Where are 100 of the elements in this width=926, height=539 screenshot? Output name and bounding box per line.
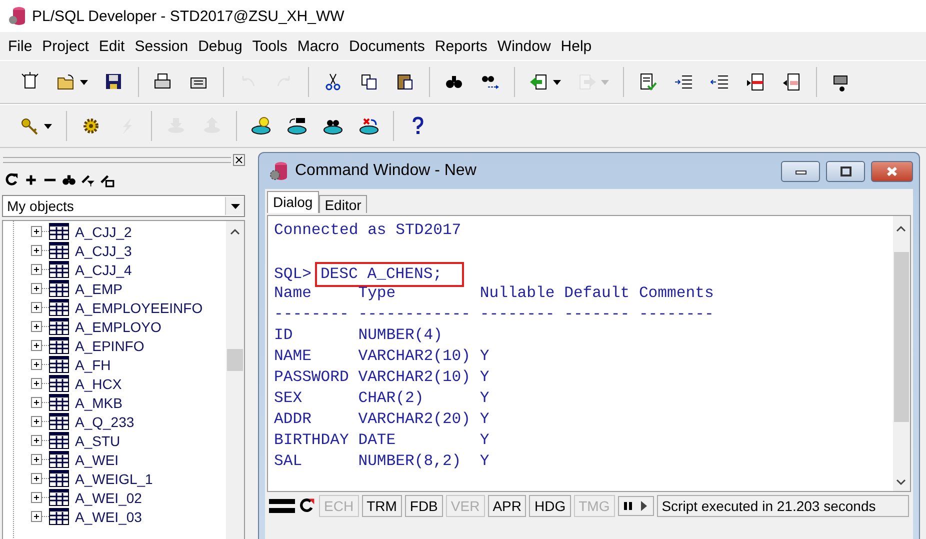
minimize-button[interactable] — [781, 160, 820, 182]
table-icon — [49, 375, 69, 392]
menu-item[interactable]: File — [3, 38, 38, 54]
expand-icon[interactable] — [31, 473, 42, 484]
expand-icon[interactable] — [31, 321, 42, 332]
plus-icon[interactable] — [23, 172, 39, 188]
menu-item[interactable]: Macro — [292, 38, 344, 54]
menu-item[interactable]: Session — [130, 38, 194, 54]
refresh-icon[interactable] — [4, 172, 20, 188]
caret-icon[interactable] — [44, 124, 52, 128]
menu-item[interactable]: Help — [556, 38, 597, 54]
caret-icon[interactable] — [80, 80, 88, 84]
tree-item[interactable]: A_EMPLOYO — [75, 318, 162, 334]
menu-item[interactable]: Reports — [430, 38, 492, 54]
document-check-icon — [638, 72, 658, 92]
tree-item[interactable]: A_WEI_02 — [75, 490, 142, 506]
tree-item[interactable]: A_EPINFO — [75, 338, 144, 354]
key-icon — [20, 116, 40, 136]
expand-icon[interactable] — [31, 378, 42, 389]
database-cross-icon — [359, 116, 379, 136]
database-gear-icon — [269, 161, 289, 181]
binoculars-icon[interactable] — [61, 172, 77, 188]
window-title: PL/SQL Developer - STD2017@ZSU_XH_WW — [32, 8, 344, 24]
tree-item[interactable]: A_STU — [75, 432, 120, 448]
menu-item[interactable]: Edit — [94, 38, 130, 54]
gear-icon — [81, 116, 101, 136]
expand-icon[interactable] — [31, 302, 42, 313]
clipboard-icon — [395, 72, 415, 92]
window-title: Command Window - New — [295, 162, 478, 180]
document-arrow-icon — [746, 72, 766, 92]
scrollbar-thumb[interactable] — [894, 252, 909, 422]
table-icon — [49, 356, 69, 373]
tree-item[interactable]: A_FH — [75, 356, 111, 372]
scrollbar[interactable] — [226, 221, 244, 539]
expand-icon[interactable] — [31, 359, 42, 370]
tree-item[interactable]: A_EMP — [75, 280, 122, 296]
tree-item[interactable]: A_EMPLOYEEINFO — [75, 300, 203, 316]
menu-item[interactable]: Window — [492, 38, 556, 54]
table-icon — [49, 299, 69, 316]
toggle-button[interactable]: FDB — [404, 495, 443, 517]
scrollbar-thumb[interactable] — [227, 349, 243, 371]
play-icon[interactable] — [638, 500, 649, 512]
expand-icon[interactable] — [31, 340, 42, 351]
tree-item[interactable]: A_WEIGL_1 — [75, 470, 153, 486]
close-icon — [886, 166, 898, 176]
toggle-button[interactable]: HDG — [529, 495, 571, 517]
table-icon — [49, 280, 69, 297]
table-icon — [49, 508, 69, 525]
table-icon — [49, 451, 69, 468]
close-icon[interactable] — [233, 154, 245, 166]
status-message: Script executed in 21.203 seconds — [656, 495, 909, 517]
expand-icon[interactable] — [31, 397, 42, 408]
tree-item[interactable]: A_HCX — [75, 376, 122, 392]
pause-icon[interactable] — [622, 500, 633, 512]
table-icon — [49, 432, 69, 449]
toggle-button[interactable]: TRM — [362, 495, 402, 517]
tree-item[interactable]: A_WEI_03 — [75, 508, 142, 524]
expand-icon[interactable] — [31, 264, 42, 275]
expand-icon[interactable] — [31, 245, 42, 256]
tree-item[interactable]: A_CJJ_4 — [75, 262, 132, 278]
menu-item[interactable]: Tools — [247, 38, 292, 54]
filter-dropdown[interactable]: My objects — [2, 195, 245, 217]
expand-icon[interactable] — [31, 435, 42, 446]
lines-icon[interactable] — [269, 496, 295, 516]
caret-icon[interactable] — [553, 80, 561, 84]
expand-icon[interactable] — [31, 283, 42, 294]
tab[interactable]: Dialog — [267, 191, 319, 213]
tree-item[interactable]: A_CJJ_3 — [75, 242, 132, 258]
tree-item[interactable]: A_WEI — [75, 452, 119, 468]
expand-icon[interactable] — [31, 492, 42, 503]
menu-item[interactable]: Documents — [344, 38, 430, 54]
menu-item[interactable]: Project — [37, 38, 94, 54]
maximize-button[interactable] — [826, 160, 865, 182]
refresh-icon[interactable] — [298, 497, 316, 515]
tree-item[interactable]: A_MKB — [75, 394, 122, 410]
scissors-icon — [323, 72, 343, 92]
expand-icon[interactable] — [31, 226, 42, 237]
command-text: DESC A_CHENS; — [315, 262, 464, 287]
tab[interactable]: Editor — [318, 195, 368, 213]
toggle-button[interactable]: APR — [488, 495, 526, 517]
copy-icon — [359, 72, 379, 92]
table-icon — [49, 261, 69, 278]
table-icon — [49, 223, 69, 240]
table-icon — [49, 470, 69, 487]
table-icon — [49, 337, 69, 354]
table-icon — [49, 413, 69, 430]
expand-icon[interactable] — [31, 454, 42, 465]
close-button[interactable] — [871, 160, 913, 182]
tree-item[interactable]: A_CJJ_2 — [75, 224, 132, 240]
database-sql-icon — [287, 116, 307, 136]
document-arrow-icon — [529, 72, 549, 92]
maximize-icon — [840, 166, 852, 176]
database-bulb-icon — [251, 116, 271, 136]
tree-item[interactable]: A_Q_233 — [75, 414, 134, 430]
expand-icon[interactable] — [31, 416, 42, 427]
menu-item[interactable]: Debug — [193, 38, 248, 54]
table-icon — [49, 318, 69, 335]
table-icon — [49, 489, 69, 506]
expand-icon[interactable] — [31, 511, 42, 522]
scrollbar[interactable] — [893, 216, 910, 491]
